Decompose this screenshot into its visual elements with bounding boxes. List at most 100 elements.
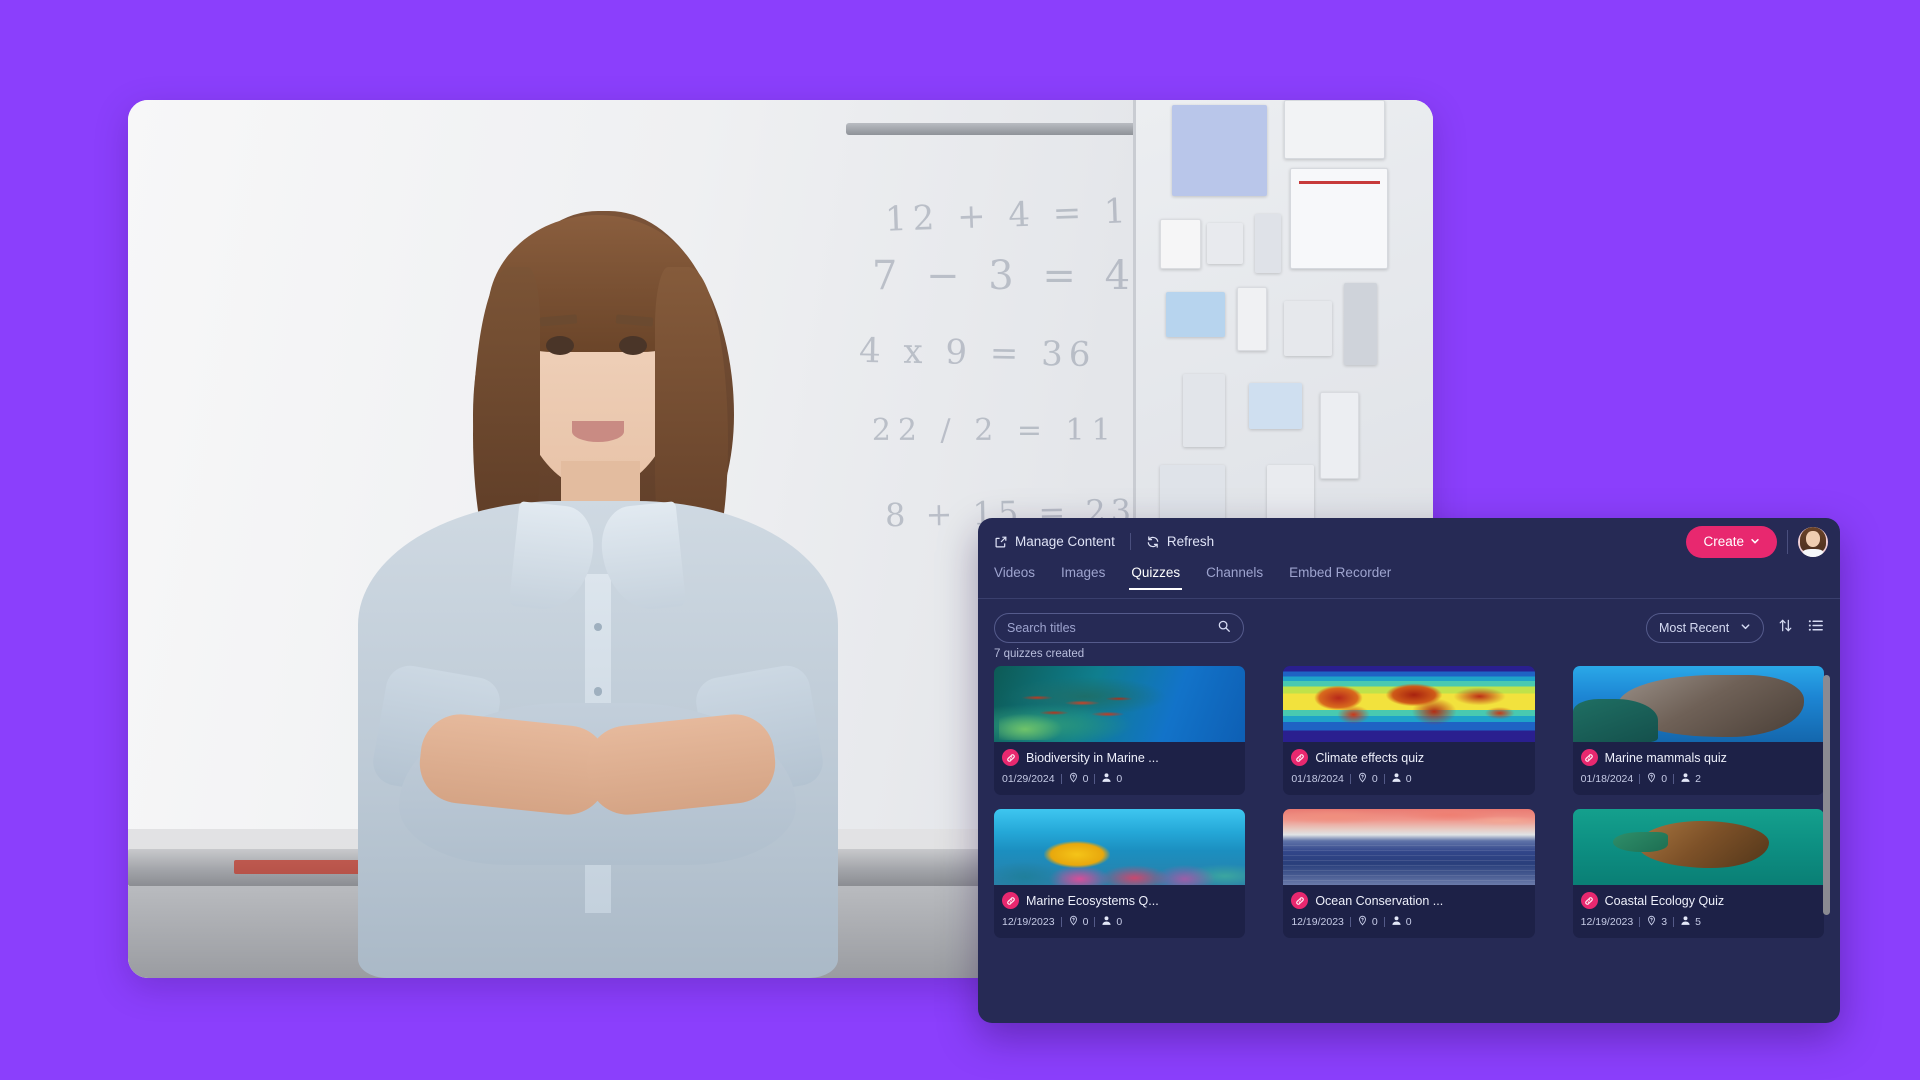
quiz-participant-value: 0 [1116, 916, 1123, 928]
quiz-date: 01/18/2024 [1580, 773, 1634, 785]
search-input[interactable] [1007, 621, 1217, 635]
link-icon [1580, 892, 1598, 909]
pinned-note [1320, 392, 1359, 479]
pinned-note [1171, 104, 1267, 196]
pinned-note [1236, 287, 1267, 352]
meta-divider [1094, 774, 1096, 784]
quiz-meta: 12/19/2023 0 0 [1291, 915, 1526, 929]
content-manager-panel: Manage Content Refresh Create Videos Ima… [978, 518, 1840, 1023]
quiz-question-value: 0 [1371, 773, 1378, 785]
quiz-participant-value: 0 [1405, 916, 1412, 928]
quiz-question-count: 0 [1068, 772, 1088, 786]
person-icon [1680, 915, 1691, 929]
person-icon [1101, 772, 1112, 786]
quiz-card-body: Coastal Ecology Quiz 12/19/2023 3 5 [1573, 885, 1824, 938]
person-icon [1391, 915, 1402, 929]
whiteboard-writing: 7 − 3 = 4 [871, 253, 1139, 300]
quiz-title: Coastal Ecology Quiz [1604, 893, 1725, 908]
quiz-card[interactable]: Biodiversity in Marine ... 01/29/2024 0 … [994, 666, 1246, 795]
whiteboard-writing: 4 x 9 = 36 [858, 331, 1097, 376]
sort-direction-button[interactable] [1777, 617, 1794, 639]
list-view-button[interactable] [1807, 617, 1824, 639]
quiz-card-body: Marine Ecosystems Q... 12/19/2023 0 0 [994, 885, 1245, 938]
chevron-down-icon [1750, 534, 1760, 549]
manage-content-button[interactable]: Manage Content [994, 534, 1115, 549]
tab-videos[interactable]: Videos [994, 565, 1035, 589]
meta-divider [1639, 774, 1641, 784]
quiz-date: 01/29/2024 [1002, 773, 1055, 785]
quiz-question-count: 0 [1357, 915, 1378, 929]
tab-quizzes[interactable]: Quizzes [1129, 565, 1182, 590]
quiz-meta: 01/18/2024 0 [1581, 772, 1816, 786]
question-marker-icon [1646, 915, 1657, 929]
quiz-meta: 12/19/2023 3 5 [1581, 915, 1816, 929]
quiz-question-value: 0 [1661, 773, 1668, 785]
manage-content-label: Manage Content [1015, 534, 1115, 549]
refresh-button[interactable]: Refresh [1146, 534, 1214, 549]
quiz-title-row: Biodiversity in Marine ... [1002, 749, 1237, 766]
quiz-card[interactable]: Climate effects quiz 01/18/2024 0 0 [1283, 666, 1535, 795]
quiz-title-row: Climate effects quiz [1291, 749, 1526, 766]
quiz-thumbnail[interactable] [1283, 666, 1535, 742]
sort-select[interactable]: Most Recent [1646, 613, 1764, 643]
meta-divider [1060, 774, 1062, 784]
person-icon [1391, 772, 1402, 786]
teacher-figure [337, 170, 859, 978]
quiz-thumbnail[interactable] [994, 809, 1246, 885]
pinned-note [1343, 282, 1377, 365]
quiz-title: Marine mammals quiz [1604, 750, 1727, 765]
quiz-card[interactable]: Marine mammals quiz 01/18/2024 0 2 [1572, 666, 1824, 795]
quiz-question-value: 0 [1371, 916, 1378, 928]
quiz-card-body: Ocean Conservation ... 12/19/2023 0 0 [1283, 885, 1534, 938]
link-icon [1580, 749, 1598, 766]
quiz-thumbnail[interactable] [994, 666, 1246, 742]
quiz-grid: Biodiversity in Marine ... 01/29/2024 0 … [994, 666, 1824, 938]
quiz-title: Biodiversity in Marine ... [1026, 750, 1159, 765]
quiz-question-count: 0 [1357, 772, 1378, 786]
pinned-note [1290, 168, 1389, 269]
external-link-icon [994, 535, 1008, 549]
meta-divider [1094, 917, 1096, 927]
question-marker-icon [1068, 772, 1079, 786]
quiz-thumbnail[interactable] [1283, 809, 1535, 885]
meta-divider [1060, 917, 1062, 927]
tab-channels[interactable]: Channels [1206, 565, 1263, 589]
quiz-card[interactable]: Ocean Conservation ... 12/19/2023 0 0 [1283, 809, 1535, 938]
whiteboard-writing: 22 / 2 = 11 [871, 413, 1118, 449]
quiz-question-count: 0 [1068, 915, 1089, 929]
tab-embed-recorder[interactable]: Embed Recorder [1289, 565, 1391, 589]
chevron-down-icon [1740, 621, 1751, 635]
pinned-note [1207, 223, 1243, 265]
pinned-note [1254, 214, 1282, 274]
content-tabs: Videos Images Quizzes Channels Embed Rec… [978, 565, 1840, 599]
quiz-participant-count: 0 [1391, 915, 1412, 929]
whiteboard-writing: 12 + 4 = 16 [884, 189, 1160, 240]
create-button[interactable]: Create [1686, 525, 1777, 558]
pinned-note [1159, 218, 1202, 269]
pinned-note [1248, 383, 1303, 429]
sort-arrows-icon [1777, 617, 1794, 639]
quiz-thumbnail[interactable] [1572, 666, 1824, 742]
quiz-participant-value: 0 [1405, 773, 1412, 785]
quiz-grid-container: Biodiversity in Marine ... 01/29/2024 0 … [978, 658, 1840, 1023]
quiz-card[interactable]: Marine Ecosystems Q... 12/19/2023 0 0 [994, 809, 1246, 938]
avatar[interactable] [1798, 526, 1828, 557]
refresh-label: Refresh [1166, 534, 1215, 549]
quiz-participant-count: 0 [1101, 915, 1122, 929]
quiz-question-count: 3 [1646, 915, 1667, 929]
quiz-question-value: 0 [1082, 916, 1089, 928]
quiz-meta: 01/18/2024 0 [1291, 772, 1526, 786]
quiz-participant-count: 0 [1391, 772, 1412, 786]
search-box[interactable] [994, 613, 1244, 643]
vertical-scrollbar[interactable] [1823, 675, 1830, 915]
quiz-thumbnail[interactable] [1572, 809, 1824, 885]
panel-toolbar: Manage Content Refresh Create [978, 518, 1840, 565]
quiz-meta: 01/29/2024 0 0 [1002, 772, 1237, 786]
quiz-question-value: 3 [1661, 916, 1668, 928]
search-icon[interactable] [1217, 619, 1231, 638]
quiz-card[interactable]: Coastal Ecology Quiz 12/19/2023 3 5 [1572, 809, 1824, 938]
quiz-participant-count: 2 [1680, 772, 1701, 786]
quiz-title: Ocean Conservation ... [1315, 893, 1444, 908]
question-marker-icon [1646, 772, 1657, 786]
tab-images[interactable]: Images [1061, 565, 1105, 589]
